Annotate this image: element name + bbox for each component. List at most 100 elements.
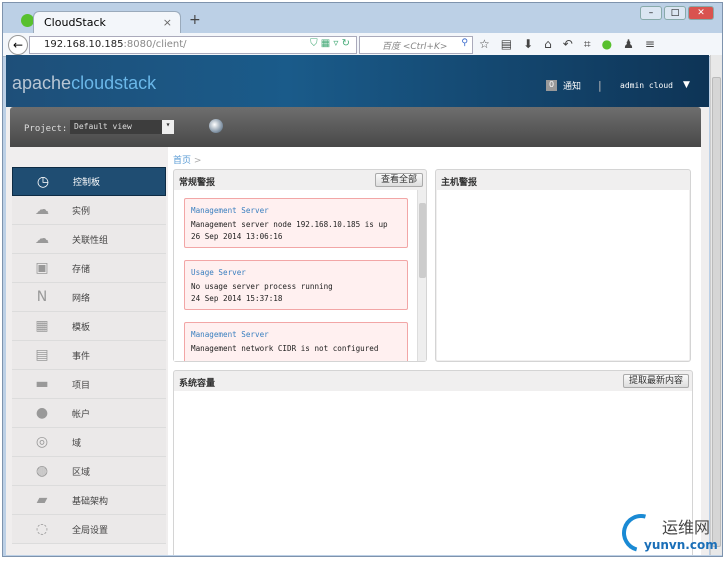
breadcrumb: 首页 >	[173, 156, 202, 166]
panel-title: 系统容量	[179, 379, 216, 389]
user-icon: ●	[35, 405, 49, 421]
browser-tab[interactable]: CloudStack ×	[33, 11, 181, 35]
sidebar-item[interactable]: ▣ 存储	[12, 254, 166, 283]
menu-icon[interactable]: ≡	[645, 37, 655, 52]
sidebar-item-label: 网络	[72, 293, 91, 304]
alert-item[interactable]: Management Server Management server node …	[184, 198, 408, 248]
panel-title: 常规警报	[179, 178, 216, 188]
app-header: apachecloudstack 0 通知 | admin cloud ▼	[6, 55, 709, 107]
sidebar-item[interactable]: ◎ 域	[12, 428, 166, 457]
search-input[interactable]: 百度 <Ctrl+K> ⚲	[359, 36, 473, 54]
sidebar-item-label: 存储	[72, 264, 91, 275]
dashboard-icon: ◷	[36, 173, 50, 190]
sidebar-item[interactable]: ☁ 关联性组	[12, 225, 166, 254]
sidebar-item-label: 帐户	[72, 409, 91, 420]
alert-item[interactable]: Management Server Management network CIDR…	[184, 322, 408, 361]
fetch-latest-button[interactable]: 提取最新内容	[622, 374, 689, 388]
new-tab-button[interactable]: +	[189, 12, 201, 28]
alert-title[interactable]: Management Server	[191, 205, 401, 217]
infrastructure-icon: ▰	[36, 492, 48, 508]
sidebar-item-label: 全局设置	[72, 525, 109, 536]
notifications-button[interactable]: 0 通知	[546, 79, 581, 92]
home-icon[interactable]: ⌂	[544, 37, 552, 52]
address-bar[interactable]: 192.168.10.185:8080/client/ ⛉ ▦ ▿ ↻	[29, 36, 357, 54]
settings-globe-icon: ◌	[35, 521, 49, 537]
sidebar-item[interactable]: ▦ 模板	[12, 312, 166, 341]
project-select[interactable]: Default view ▾	[70, 120, 174, 134]
download-icon[interactable]: ⬇	[523, 37, 533, 52]
sidebar-item[interactable]: N 网络	[12, 283, 166, 312]
sidebar-item-label: 控制板	[73, 178, 101, 188]
sidebar-item[interactable]: ▰ 基础架构	[12, 486, 166, 515]
calendar-icon: ▤	[35, 347, 49, 363]
separator: |	[598, 79, 602, 92]
sidebar-item[interactable]: ☁ 实例	[12, 196, 166, 225]
sidebar-item-label: 实例	[72, 206, 91, 217]
chat-icon[interactable]: ●	[602, 37, 612, 52]
tab-bar: CloudStack × + – □ ✕	[3, 3, 722, 35]
sidebar-item[interactable]: ● 帐户	[12, 399, 166, 428]
search-placeholder: 百度 <Ctrl+K>	[382, 42, 448, 52]
search-icon[interactable]: ⚲	[461, 38, 468, 48]
project-label: Project:	[24, 124, 68, 134]
alerts-list: Management Server Management network CIDR…	[174, 190, 426, 361]
sidebar-item[interactable]: ◌ 全局设置	[12, 515, 166, 544]
alert-time: 24 Sep 2014 15:37:18	[191, 294, 283, 303]
user-icon[interactable]: ♟	[623, 37, 634, 52]
storage-icon: ▣	[35, 260, 49, 276]
caret-down-icon[interactable]: ▼	[683, 80, 690, 90]
scrollbar[interactable]	[417, 190, 426, 361]
nav-bar: ← 192.168.10.185:8080/client/ ⛉ ▦ ▿ ↻ 百度 …	[3, 33, 722, 57]
general-alerts-panel: 常规警报 查看全部 Management Server Management ne…	[173, 169, 427, 362]
close-window-button[interactable]: ✕	[688, 6, 714, 20]
alert-message: Management network CIDR is not configure…	[191, 344, 379, 353]
cloud-icon: ☁	[35, 202, 49, 218]
globe-icon[interactable]	[209, 119, 223, 133]
notification-count: 0	[546, 80, 557, 91]
undo-icon[interactable]: ↶	[563, 37, 573, 52]
bookmark-star-icon[interactable]: ☆	[479, 37, 490, 52]
dashboard: 首页 > 常规警报 查看全部 Management Server Manageme…	[168, 147, 701, 555]
sidebar-item-label: 项目	[72, 380, 91, 391]
breadcrumb-home[interactable]: 首页	[173, 156, 191, 166]
minimize-button[interactable]: –	[640, 6, 662, 20]
sidebar-item-label: 区域	[72, 467, 91, 478]
alert-message: No usage server process running	[191, 282, 333, 291]
alert-title[interactable]: Usage Server	[191, 267, 401, 279]
crop-icon[interactable]: ⌗	[584, 37, 591, 52]
panel-title: 主机警报	[441, 178, 478, 188]
alert-time: 26 Sep 2014 13:06:16	[191, 232, 283, 241]
shield-icon[interactable]: ⛉ ▦ ▿ ↻	[310, 38, 350, 49]
host-alerts-panel: 主机警报	[435, 169, 691, 362]
clipboard-icon[interactable]: ▤	[501, 37, 512, 52]
sidebar-item[interactable]: ▬ 项目	[12, 370, 166, 399]
folder-icon: ▬	[35, 376, 49, 392]
back-button[interactable]: ←	[8, 35, 28, 55]
url-path: :8080/client/	[123, 39, 187, 50]
page-scrollbar[interactable]	[710, 55, 722, 555]
view-all-button[interactable]: 查看全部	[374, 173, 423, 187]
sidebar-item[interactable]: ◷ 控制板	[12, 167, 166, 196]
sidebar-item-label: 模板	[72, 322, 91, 333]
sidebar-item-label: 事件	[72, 351, 91, 362]
alert-item[interactable]: Usage Server No usage server process runn…	[184, 260, 408, 310]
project-bar: Project: Default view ▾	[10, 107, 701, 147]
close-tab-icon[interactable]: ×	[163, 16, 172, 29]
user-menu[interactable]: admin cloud	[620, 81, 673, 90]
tab-title: CloudStack	[44, 16, 106, 29]
affinity-cloud-icon: ☁	[35, 231, 49, 247]
cloudstack-page: apachecloudstack 0 通知 | admin cloud ▼ Pro…	[6, 55, 709, 555]
maximize-button[interactable]: □	[664, 6, 686, 20]
chevron-down-icon: ▾	[162, 120, 174, 134]
sidebar-item[interactable]: ◍ 区域	[12, 457, 166, 486]
watermark-logo: 运维网 yunvn.com	[615, 507, 722, 559]
sidebar-item-label: 关联性组	[72, 235, 109, 246]
alert-title[interactable]: Management Server	[191, 329, 401, 341]
sidebar: ◷ 控制板 ☁ 实例 ☁ 关联性组 ▣ 存储 N 网络 ▦ 模板 ▤ 事件 ▬ 项目 ● 帐户 ◎ 域 ◍ 区域 ▰ 基础架构…	[12, 167, 166, 544]
sidebar-item-label: 基础架构	[72, 496, 109, 507]
domain-icon: ◎	[35, 434, 49, 450]
network-icon: N	[36, 289, 48, 305]
system-capacity-panel: 系统容量 提取最新内容	[173, 370, 693, 555]
sidebar-item[interactable]: ▤ 事件	[12, 341, 166, 370]
alert-message: Management server node 192.168.10.185 is…	[191, 220, 388, 229]
